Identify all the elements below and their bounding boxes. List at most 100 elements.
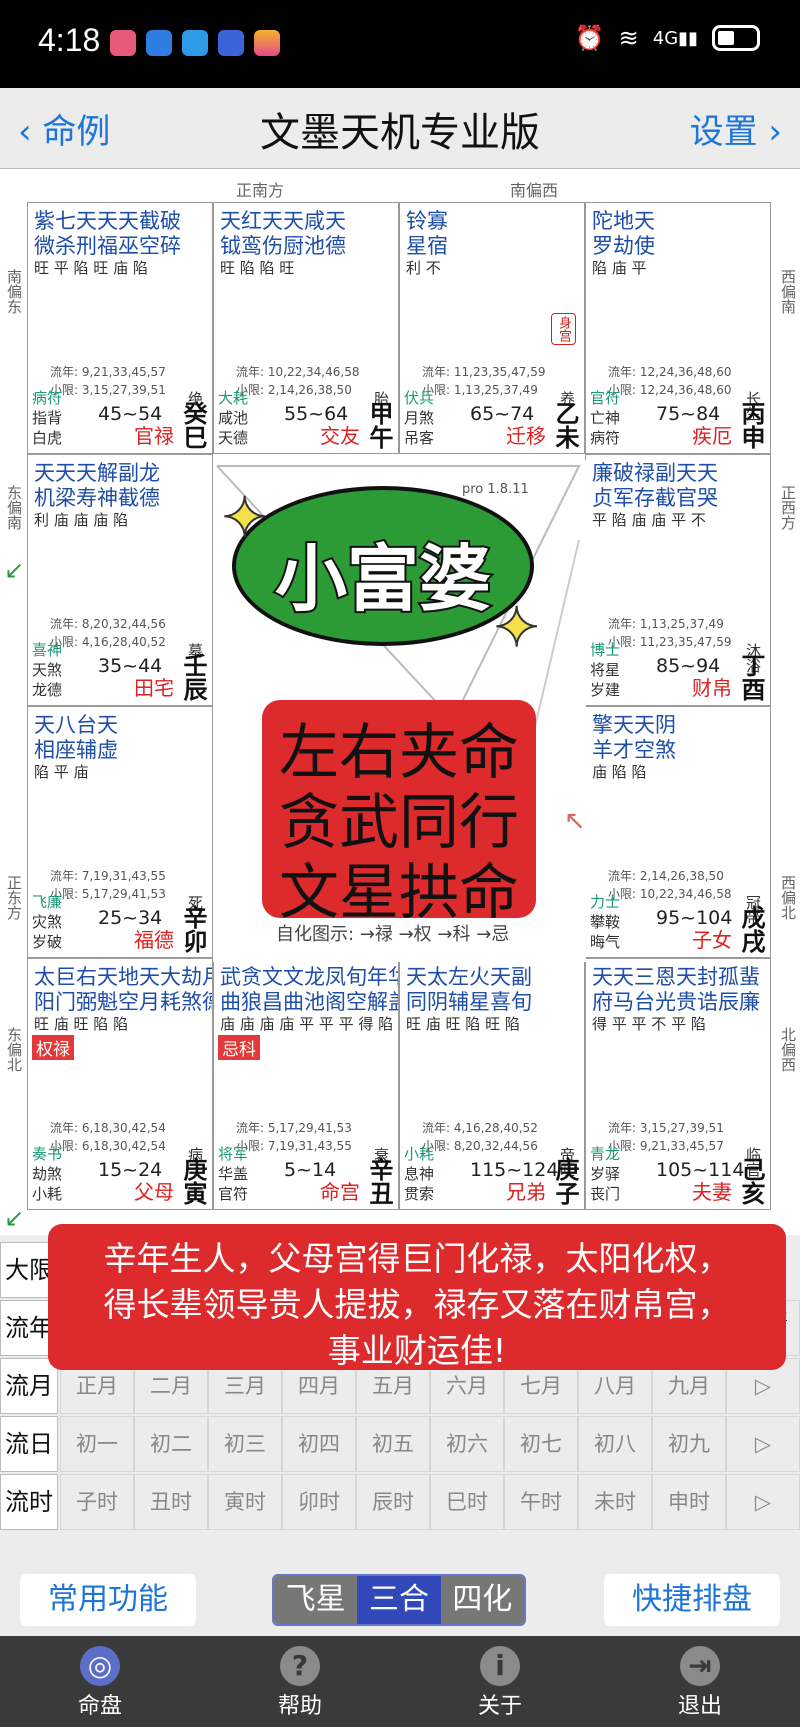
body-palace-badge: 身宫	[551, 313, 576, 345]
banner-line: 得长辈领导贵人提拔，禄存又落在财帛宫，	[103, 1285, 731, 1324]
palace-cell-xu[interactable]: 擎天天阴 羊才空煞庙 陷 陷流年: 2,14,26,38,50 小限: 10,22,…	[585, 706, 771, 958]
palace-cell-zi[interactable]: 天太左火天副 同阴辅星喜旬旺 庙 旺 陷 旺 陷流年: 4,16,28,40,52…	[399, 958, 585, 1210]
palace-cell-wei[interactable]: 铃寡 星宿利 不身宫 流年: 11,23,35,47,59 小限: 1,13,25,3…	[399, 202, 585, 454]
ganzhi-label: 辛卯	[179, 905, 207, 953]
row-label: 流时	[0, 1474, 58, 1530]
xiaoxian-years: 小限: 3,15,27,39,51	[50, 383, 166, 397]
liushi-cell[interactable]: 辰时	[356, 1474, 430, 1530]
liunian-years: 流年: 5,17,29,41,53	[236, 1121, 352, 1135]
liuri-cell[interactable]: 初一	[60, 1416, 134, 1472]
mode-sanhe[interactable]: 三合	[357, 1576, 441, 1624]
app-notification-icon	[254, 30, 280, 56]
sparkle-icon: ✦	[221, 485, 268, 550]
palace-name: 财帛	[692, 676, 732, 700]
star-row: 陀地天	[592, 209, 655, 233]
palace-name: 迁移	[506, 424, 546, 448]
star-brightness: 旺 平 陷 旺 庙 陷	[34, 259, 148, 277]
title-oval: 小富婆	[232, 486, 534, 646]
liushi-cell[interactable]: 丑时	[134, 1474, 208, 1530]
year-list: 流年: 3,15,27,39,51 小限: 9,21,33,45,57	[608, 1119, 724, 1155]
xiaoxian-years: 小限: 11,23,35,47,59	[608, 635, 732, 649]
mode-sihua[interactable]: 四化	[440, 1576, 524, 1624]
ganzhi-label: 辛丑	[365, 1157, 393, 1205]
star-brightness: 平 陷 庙 庙 平 不	[592, 511, 706, 529]
liushi-cell[interactable]: 未时	[578, 1474, 652, 1530]
direction-label: 南偏西	[510, 181, 559, 200]
liushi-cell[interactable]: 午时	[504, 1474, 578, 1530]
star-row: 微杀刑福巫空碎	[34, 234, 181, 258]
tab-help[interactable]: ? 帮助	[200, 1636, 400, 1727]
app-notification-icon	[218, 30, 244, 56]
star-row: 府马台光贵诰辰廉	[592, 990, 760, 1014]
star-brightness: 庙 庙 庙 庙 平 平 平 得 陷	[220, 1015, 394, 1033]
palace-cell-chen[interactable]: 天天天解副龙 机梁寿神截德利 庙 庙 庙 陷流年: 8,20,32,44,56 小限…	[27, 454, 213, 706]
palace-cell-you[interactable]: 廉破禄副天天 贞军存截官哭平 陷 庙 庙 平 不流年: 1,13,25,37,49…	[585, 454, 771, 706]
star-row: 羊才空煞	[592, 738, 676, 762]
tab-chart[interactable]: ◎ 命盘	[0, 1636, 200, 1727]
god-label: 劫煞	[32, 1165, 63, 1183]
star-row: 天天三恩天封孤蜚	[592, 965, 760, 989]
xiaoxian-years: 小限: 2,14,26,38,50	[236, 383, 352, 397]
liushi-cell[interactable]: 申时	[652, 1474, 726, 1530]
signal-icon: 4G▮▮	[652, 27, 698, 49]
liunian-years: 流年: 1,13,25,37,49	[608, 617, 724, 631]
ganzhi-label: 庚寅	[179, 1157, 207, 1205]
tab-exit[interactable]: ⇥ 退出	[600, 1636, 800, 1727]
system-icons: ⏰ ≋ 4G▮▮	[575, 24, 760, 52]
liuri-cell[interactable]: 初二	[134, 1416, 208, 1472]
app-notification-icon	[182, 30, 208, 56]
liunian-years: 流年: 10,22,34,46,58	[236, 365, 360, 379]
liuri-cell[interactable]: 初八	[578, 1416, 652, 1472]
ganzhi-label: 丙申	[737, 401, 765, 449]
liushi-cell[interactable]: 巳时	[430, 1474, 504, 1530]
liuri-cell[interactable]: 初五	[356, 1416, 430, 1472]
palace-cell-mao[interactable]: 天八台天 相座辅虚陷 平 庙流年: 7,19,31,43,55 小限: 5,17,2…	[27, 706, 213, 958]
wifi-icon: ≋	[618, 24, 639, 52]
info-icon: i	[480, 1646, 520, 1686]
liushi-cell[interactable]: 子时	[60, 1474, 134, 1530]
common-functions-button[interactable]: 常用功能	[20, 1574, 196, 1626]
god-label: 大耗	[218, 389, 249, 407]
palace-cell-hai[interactable]: 天天三恩天封孤蜚 府马台光贵诰辰廉得 平 平 不 平 陷流年: 3,15,27,3…	[585, 958, 771, 1210]
palace-cell-si[interactable]: 紫七天天天截破 微杀刑福巫空碎旺 平 陷 旺 庙 陷流年: 9,21,33,45,…	[27, 202, 213, 454]
star-names: 陀地天 罗劫使	[592, 209, 655, 259]
god-label: 指背	[32, 409, 63, 427]
palace-cell-shen[interactable]: 陀地天 罗劫使陷 庙 平流年: 12,24,36,48,60 小限: 12,24,3…	[585, 202, 771, 454]
star-row: 擎天天阴	[592, 713, 676, 737]
liushi-cell[interactable]: 卯时	[282, 1474, 356, 1530]
god-label: 岁破	[32, 933, 63, 951]
star-brightness: 利 庙 庙 庙 陷	[34, 511, 129, 529]
liuri-cell[interactable]: ▷	[726, 1416, 800, 1472]
palace-name: 兄弟	[506, 1180, 546, 1204]
quick-chart-button[interactable]: 快捷排盘	[604, 1574, 780, 1626]
liuri-cell[interactable]: 初四	[282, 1416, 356, 1472]
liunian-years: 流年: 11,23,35,47,59	[422, 365, 546, 379]
settings-button[interactable]: 设置 ›	[690, 104, 782, 153]
liushi-cell[interactable]: 寅时	[208, 1474, 282, 1530]
palace-cell-wu[interactable]: 天红天天咸天 钺鸾伤厨池德 旺 陷 陷 旺流年: 10,22,34,46,58 小限…	[213, 202, 399, 454]
liuri-cell[interactable]: 初三	[208, 1416, 282, 1472]
god-label: 天德	[218, 429, 249, 447]
god-label: 岁驿	[590, 1165, 621, 1183]
liunian-years: 流年: 8,20,32,44,56	[50, 617, 166, 631]
liuri-cell[interactable]: 初九	[652, 1416, 726, 1472]
god-label: 华盖	[218, 1165, 249, 1183]
star-row: 曲狼昌曲池阁空解盖	[220, 990, 399, 1014]
mode-feixing[interactable]: 飞星	[274, 1576, 358, 1624]
star-row: 机梁寿神截德	[34, 486, 160, 510]
liuri-cell[interactable]: 初六	[430, 1416, 504, 1472]
palace-cell-yin[interactable]: 太巨右天地天大劫月 阳门弼魁空月耗煞德旺 庙 旺 陷 陷权禄 流年: 6,18,30…	[27, 958, 213, 1210]
tab-about[interactable]: i 关于	[400, 1636, 600, 1727]
liushi-cell[interactable]: ▷	[726, 1474, 800, 1530]
star-row: 钺鸾伤厨池德	[220, 234, 346, 258]
palace-cell-chou[interactable]: 武贪文文龙凤旬年华 曲狼昌曲池阁空解盖庙 庙 庙 庙 平 平 平 得 陷忌科 流年:…	[213, 958, 399, 1210]
god-label: 官符	[218, 1185, 249, 1203]
liunian-years: 流年: 4,16,28,40,52	[422, 1121, 538, 1135]
ganzhi-label: 己亥	[737, 1157, 765, 1205]
direction-label: 正西方	[779, 485, 797, 530]
xiaoxian-years: 小限: 1,13,25,37,49	[422, 383, 538, 397]
xiaoxian-years: 小限: 5,17,29,41,53	[50, 887, 166, 901]
god-label: 病符	[32, 389, 63, 407]
tab-bar: ◎ 命盘 ? 帮助 i 关于 ⇥ 退出	[0, 1636, 800, 1727]
liuri-cell[interactable]: 初七	[504, 1416, 578, 1472]
